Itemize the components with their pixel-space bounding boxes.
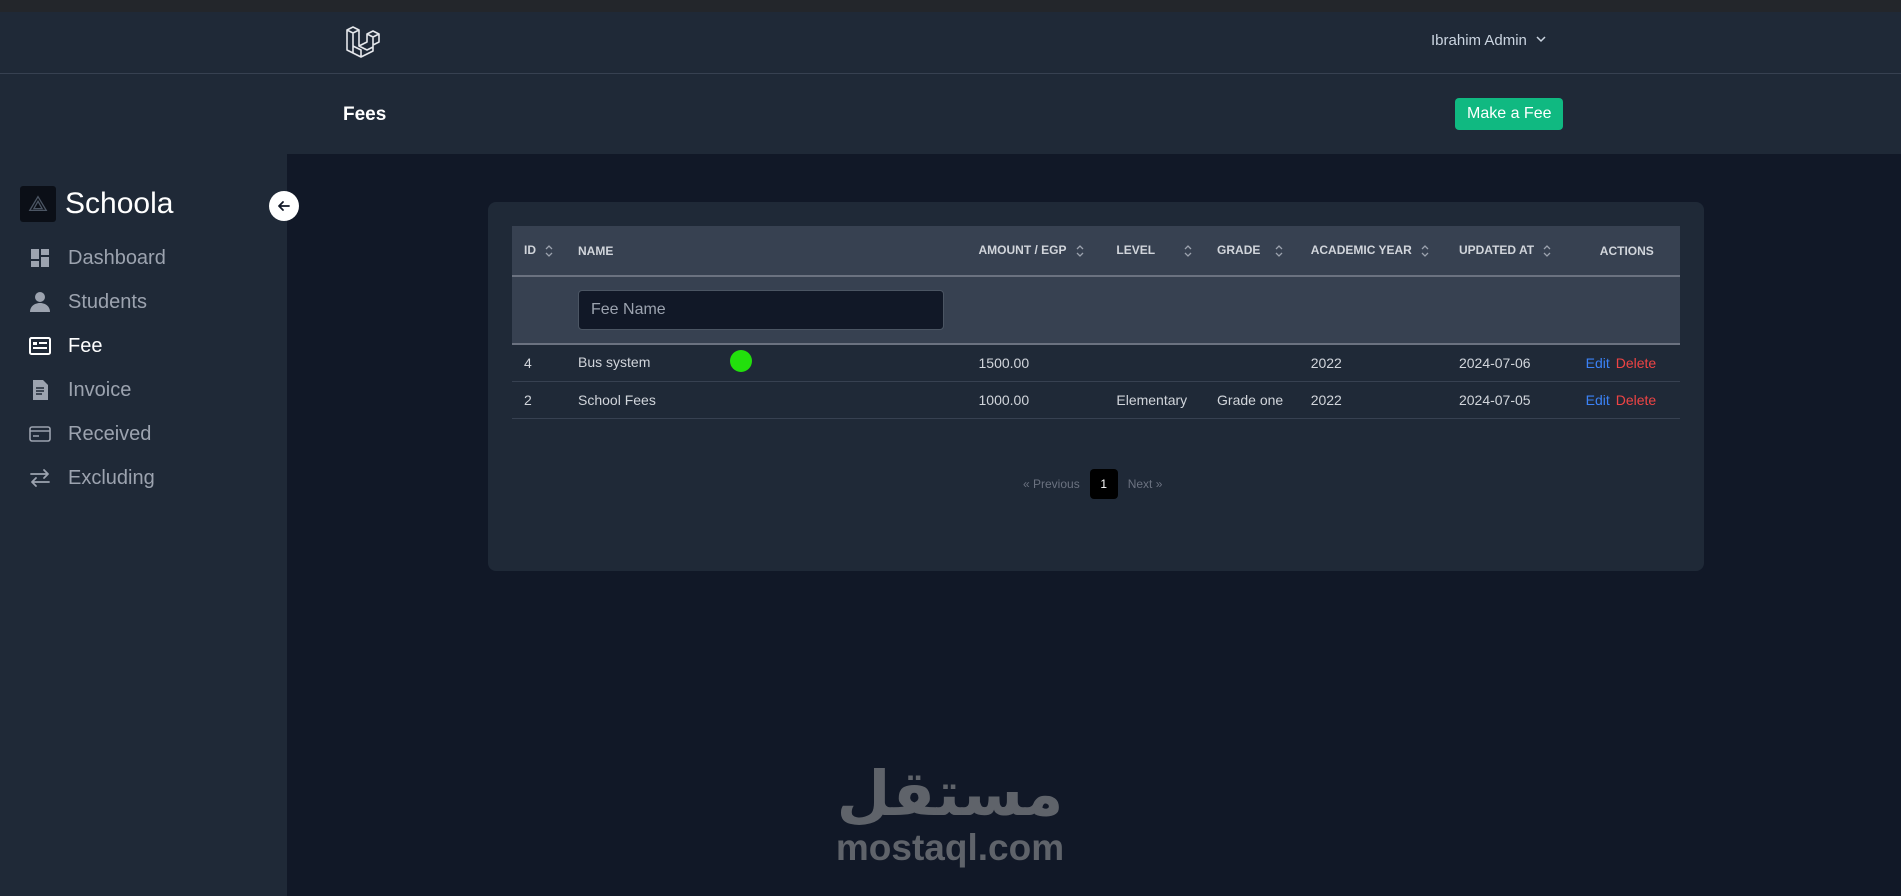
table-row: 4 Bus system 1500.00 2022 2024-07-06 Edi…	[512, 344, 1680, 381]
watermark-arabic-text: مستقل	[836, 757, 1064, 830]
filter-cell-empty	[512, 276, 566, 344]
current-page[interactable]: 1	[1089, 469, 1118, 499]
column-header-grade[interactable]: GRADE	[1205, 226, 1299, 276]
column-header-actions: ACTIONS	[1599, 243, 1654, 258]
watermark-latin-text: mostaql.com	[835, 827, 1065, 868]
fees-table: ID NAME AMOUNT / EGP LEVEL GRADE ACADEMI…	[512, 226, 1680, 419]
arrow-left-icon	[278, 201, 290, 211]
table-row: 2 School Fees 1000.00 Elementary Grade o…	[512, 381, 1680, 418]
invoice-icon	[33, 380, 48, 400]
previous-page-link[interactable]: « Previous	[1023, 477, 1080, 491]
column-header-updated-at[interactable]: UPDATED AT	[1447, 226, 1574, 276]
sidebar-item-label: Invoice	[68, 378, 132, 401]
sort-icon	[545, 244, 553, 257]
delete-link[interactable]: Delete	[1616, 392, 1656, 408]
cursor-indicator-dot	[730, 349, 753, 372]
cell-id: 4	[524, 354, 532, 371]
sidebar-item-students[interactable]: Students	[28, 280, 166, 324]
fee-icon	[29, 337, 51, 355]
cell-actions: Edit Delete	[1574, 344, 1680, 381]
sidebar-item-received[interactable]: Received	[28, 412, 166, 456]
top-navbar: Ibrahim Admin	[0, 12, 1901, 74]
page-title: Fees	[343, 104, 387, 125]
edit-link[interactable]: Edit	[1586, 355, 1610, 371]
column-header-id[interactable]: ID	[512, 226, 566, 276]
cell-id: 2	[524, 391, 532, 408]
user-name: Ibrahim Admin	[1431, 32, 1527, 49]
sidebar-item-excluding[interactable]: Excluding	[28, 456, 166, 500]
page-header: Fees Make a Fee	[0, 74, 1901, 154]
mostaql-watermark: مستقل mostaql.com	[835, 760, 1065, 868]
sidebar-item-invoice[interactable]: Invoice	[28, 368, 166, 412]
card-icon	[29, 426, 51, 442]
sidebar-item-dashboard[interactable]: Dashboard	[28, 236, 166, 280]
column-header-level[interactable]: LEVEL	[1104, 226, 1205, 276]
chevron-down-icon	[1535, 32, 1547, 49]
cell-amount: 1500.00	[978, 354, 1030, 371]
cell-level: Elementary	[1116, 391, 1188, 408]
browser-top-strip	[0, 0, 1901, 12]
cell-amount: 1000.00	[978, 391, 1030, 408]
cell-grade	[1205, 344, 1299, 381]
cell-academic-year: 2022	[1310, 354, 1342, 371]
sidebar-item-label: Dashboard	[68, 246, 166, 269]
sort-icon	[1421, 244, 1429, 257]
delete-link[interactable]: Delete	[1616, 355, 1656, 371]
laravel-logo-icon[interactable]	[343, 22, 383, 62]
column-header-academic-year[interactable]: ACADEMIC YEAR	[1299, 226, 1447, 276]
sidebar-item-label: Excluding	[68, 466, 155, 489]
table-header-row: ID NAME AMOUNT / EGP LEVEL GRADE ACADEMI…	[512, 226, 1680, 276]
filter-cell-name	[566, 276, 967, 344]
cell-level	[1104, 344, 1205, 381]
edit-link[interactable]: Edit	[1586, 392, 1610, 408]
exchange-icon	[30, 469, 50, 487]
user-icon	[30, 292, 50, 312]
column-header-amount[interactable]: AMOUNT / EGP	[967, 226, 1105, 276]
pagination: « Previous 1 Next »	[1023, 469, 1162, 499]
sort-icon	[1275, 244, 1283, 257]
sidebar-item-label: Students	[68, 290, 147, 313]
sidebar-item-fee[interactable]: Fee	[28, 324, 166, 368]
brand[interactable]: Schoola	[20, 186, 173, 222]
cell-name: Bus system	[566, 344, 967, 381]
user-menu[interactable]: Ibrahim Admin	[1431, 32, 1547, 49]
make-fee-button[interactable]: Make a Fee	[1455, 98, 1564, 130]
sort-icon	[1076, 244, 1083, 257]
fees-card: ID NAME AMOUNT / EGP LEVEL GRADE ACADEMI…	[488, 202, 1704, 571]
cell-academic-year: 2022	[1310, 391, 1342, 408]
collapse-sidebar-button[interactable]	[269, 191, 299, 221]
sidebar-nav: Dashboard Students Fee Invoice Received …	[28, 236, 166, 500]
cell-updated-at: 2024-07-05	[1458, 391, 1531, 408]
sidebar: Schoola Dashboard Students Fee Invoice R…	[0, 154, 299, 896]
sort-icon	[1184, 244, 1192, 257]
brand-name: Schoola	[65, 187, 174, 220]
brand-logo-icon	[20, 186, 56, 222]
next-page-link[interactable]: Next »	[1128, 477, 1163, 491]
column-header-name: NAME	[578, 243, 614, 258]
dashboard-icon	[31, 249, 49, 267]
sidebar-item-label: Fee	[68, 334, 103, 357]
filter-cell-empty	[967, 276, 1681, 344]
cell-updated-at: 2024-07-06	[1458, 354, 1531, 371]
table-filter-row	[512, 276, 1680, 344]
sidebar-item-label: Received	[68, 422, 152, 445]
cell-grade: Grade one	[1217, 391, 1284, 408]
cell-actions: Edit Delete	[1574, 381, 1680, 418]
fee-name-filter-input[interactable]	[578, 290, 944, 330]
cell-name: School Fees	[578, 391, 656, 408]
sort-icon	[1543, 244, 1551, 257]
